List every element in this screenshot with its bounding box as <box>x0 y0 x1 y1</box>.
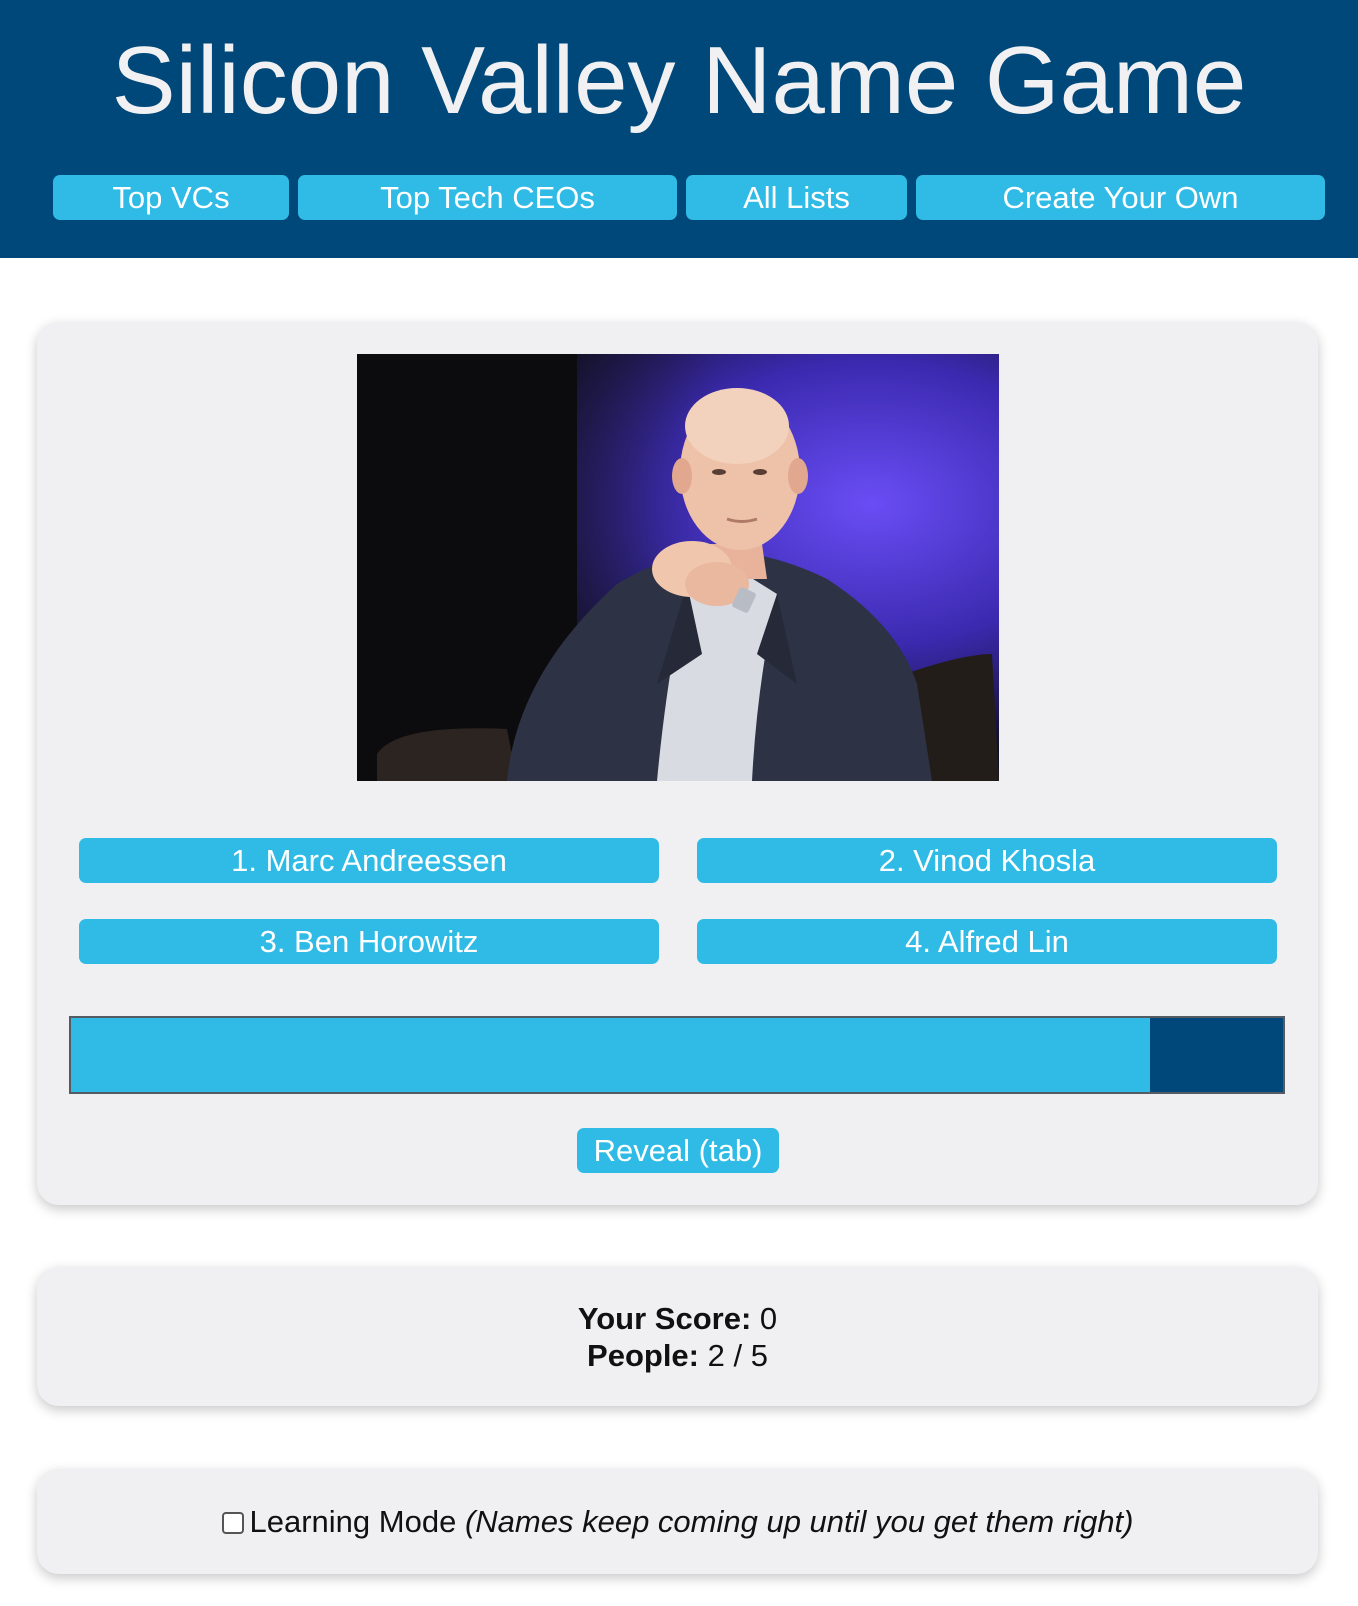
score-label: Your Score: <box>577 1301 752 1336</box>
answer-1-button[interactable]: 1. Marc Andreessen <box>79 838 659 883</box>
site-title: Silicon Valley Name Game <box>111 27 1247 134</box>
score-line: Your Score: 0 <box>37 1300 1318 1338</box>
learning-mode-note: (Names keep coming up until you get them… <box>464 1504 1134 1539</box>
nav-top-tech-ceos-button[interactable]: Top Tech CEOs <box>298 175 677 220</box>
nav-top-vcs-button[interactable]: Top VCs <box>53 175 289 220</box>
answer-3-button[interactable]: 3. Ben Horowitz <box>79 919 659 964</box>
nav-all-lists-button[interactable]: All Lists <box>686 175 907 220</box>
learning-mode-label[interactable]: Learning Mode <box>250 1504 457 1539</box>
answer-4-button[interactable]: 4. Alfred Lin <box>697 919 1277 964</box>
person-photo-illustration <box>357 354 999 781</box>
learning-mode-row: Learning Mode (Names keep coming up unti… <box>37 1503 1318 1541</box>
people-line: People: 2 / 5 <box>37 1337 1318 1375</box>
learning-mode-checkbox[interactable] <box>221 1512 244 1534</box>
timer-progress-bar <box>69 1016 1285 1094</box>
person-photo <box>357 354 999 781</box>
answer-2-button[interactable]: 2. Vinod Khosla <box>697 838 1277 883</box>
score-value: 0 <box>759 1301 778 1336</box>
nav-create-your-own-button[interactable]: Create Your Own <box>916 175 1325 220</box>
site-header: Silicon Valley Name Game Top VCs Top Tec… <box>0 0 1358 258</box>
reveal-button[interactable]: Reveal (tab) <box>577 1128 779 1173</box>
people-label: People: <box>587 1338 699 1373</box>
people-value: 2 / 5 <box>707 1338 768 1373</box>
timer-progress-fill <box>71 1018 1150 1092</box>
